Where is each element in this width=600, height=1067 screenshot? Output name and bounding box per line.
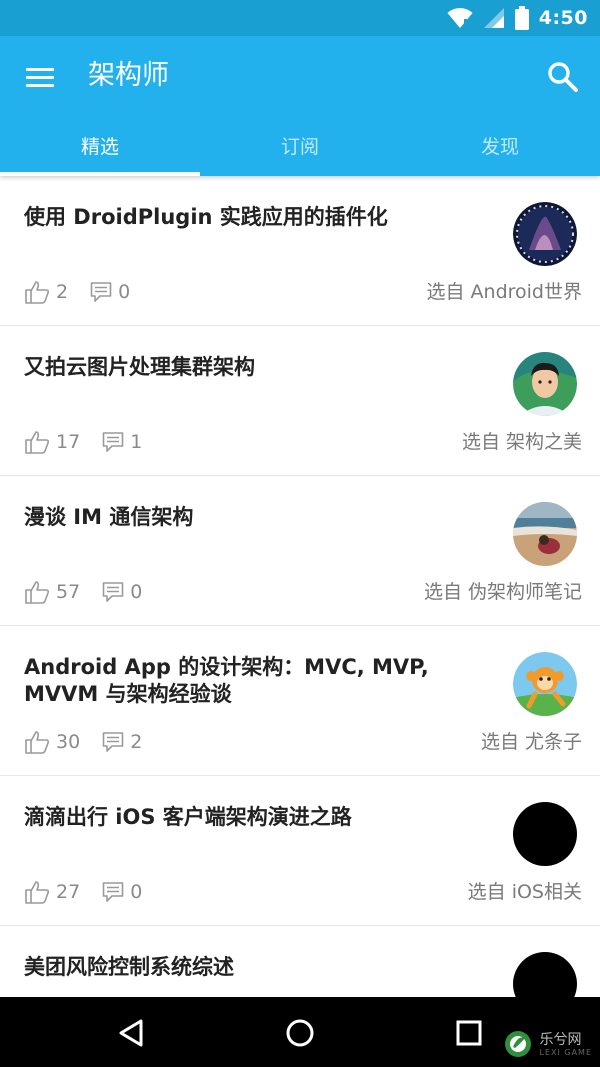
comment-count: 1 — [130, 431, 143, 453]
search-button[interactable] — [546, 60, 580, 94]
like-count: 2 — [56, 281, 69, 303]
cartoon-man-avatar-image — [513, 352, 577, 416]
article-source[interactable]: 选自 架构之美 — [462, 430, 582, 454]
recents-button[interactable] — [449, 1013, 489, 1053]
source-avatar — [513, 952, 577, 997]
comment-icon[interactable] — [102, 581, 124, 603]
article-source[interactable]: 选自 Android世界 — [427, 280, 583, 304]
comment-count: 0 — [118, 281, 131, 303]
thumb-up-icon[interactable] — [24, 280, 50, 304]
monkey-avatar-image — [513, 652, 577, 716]
thumb-up-icon[interactable] — [24, 880, 50, 904]
article-source[interactable]: 选自 伪架构师笔记 — [424, 580, 582, 604]
article-card[interactable]: 美团风险控制系统综述 — [0, 926, 600, 997]
article-source[interactable]: 选自 尤条子 — [481, 730, 582, 754]
article-stats: 57 0 — [24, 580, 142, 604]
watermark: 乐兮网 LEXI GAME — [503, 1029, 592, 1059]
wifi-icon — [447, 7, 473, 28]
home-circle-icon — [286, 1019, 314, 1047]
comment-icon[interactable] — [102, 881, 124, 903]
tab-subscribed[interactable]: 订阅 — [200, 122, 400, 176]
tab-discover[interactable]: 发现 — [400, 122, 600, 176]
thumb-up-icon[interactable] — [24, 430, 50, 454]
watermark-text: 乐兮网 — [539, 1031, 582, 1048]
menu-button[interactable] — [24, 62, 58, 92]
source-avatar — [513, 202, 577, 266]
comment-count: 0 — [130, 581, 143, 603]
status-time: 4:50 — [538, 7, 588, 29]
back-triangle-icon — [119, 1019, 143, 1047]
article-title: 漫谈 IM 通信架构 — [24, 505, 194, 529]
battery-icon — [514, 6, 529, 30]
thumb-up-icon[interactable] — [24, 580, 50, 604]
article-stats: 27 0 — [24, 880, 142, 904]
article-card[interactable]: 滴滴出行 iOS 客户端架构演进之路 27 0 选自 iOS相关 — [0, 776, 600, 926]
article-stats: 2 0 — [24, 280, 130, 304]
like-count: 27 — [56, 881, 81, 903]
tab-featured[interactable]: 精选 — [0, 122, 200, 176]
article-title: Android App 的设计架构：MVC, MVP, MVVM 与架构经验谈 — [24, 655, 429, 706]
article-card[interactable]: Android App 的设计架构：MVC, MVP, MVVM 与架构经验谈 … — [0, 626, 600, 776]
article-stats: 30 2 — [24, 730, 142, 754]
article-source[interactable]: 选自 iOS相关 — [468, 880, 582, 904]
recents-square-icon — [456, 1020, 482, 1046]
tab-indicator — [0, 172, 200, 176]
galaxy-avatar-image — [513, 202, 577, 266]
watermark-logo — [505, 1031, 532, 1057]
article-card[interactable]: 又拍云图片处理集群架构 17 1 选自 架构之美 — [0, 326, 600, 476]
thumb-up-icon[interactable] — [24, 730, 50, 754]
comment-icon[interactable] — [102, 431, 124, 453]
article-title: 使用 DroidPlugin 实践应用的插件化 — [24, 205, 388, 229]
tab-bar: 精选 订阅 发现 — [0, 122, 600, 176]
source-avatar — [513, 802, 577, 866]
article-list[interactable]: 使用 DroidPlugin 实践应用的插件化 2 0 选自 Android世界… — [0, 176, 600, 997]
back-button[interactable] — [112, 1013, 152, 1053]
cell-signal-icon — [483, 8, 504, 28]
like-count: 17 — [56, 431, 81, 453]
article-title: 滴滴出行 iOS 客户端架构演进之路 — [24, 805, 352, 829]
beach-photo-avatar-image — [513, 502, 577, 566]
article-stats: 17 1 — [24, 430, 142, 454]
navigation-bar: 乐兮网 LEXI GAME — [0, 997, 600, 1067]
watermark-subtext: LEXI GAME — [539, 1047, 592, 1057]
home-button[interactable] — [280, 1013, 320, 1053]
status-icons: 4:50 — [447, 0, 588, 36]
status-bar: 4:50 — [0, 0, 600, 36]
source-avatar — [513, 502, 577, 566]
comment-icon[interactable] — [90, 281, 112, 303]
app-title: 架构师 — [88, 60, 169, 91]
article-title: 又拍云图片处理集群架构 — [24, 355, 255, 379]
search-icon — [548, 62, 578, 92]
article-card[interactable]: 漫谈 IM 通信架构 57 0 选自 伪架构师笔记 — [0, 476, 600, 626]
article-card[interactable]: 使用 DroidPlugin 实践应用的插件化 2 0 选自 Android世界 — [0, 176, 600, 326]
source-avatar — [513, 352, 577, 416]
comment-count: 2 — [130, 731, 143, 753]
app-bar: 架构师 精选 订阅 发现 — [0, 36, 600, 176]
source-avatar — [513, 652, 577, 716]
like-count: 30 — [56, 731, 81, 753]
like-count: 57 — [56, 581, 81, 603]
comment-count: 0 — [130, 881, 143, 903]
article-title: 美团风险控制系统综述 — [24, 955, 234, 979]
comment-icon[interactable] — [102, 731, 124, 753]
